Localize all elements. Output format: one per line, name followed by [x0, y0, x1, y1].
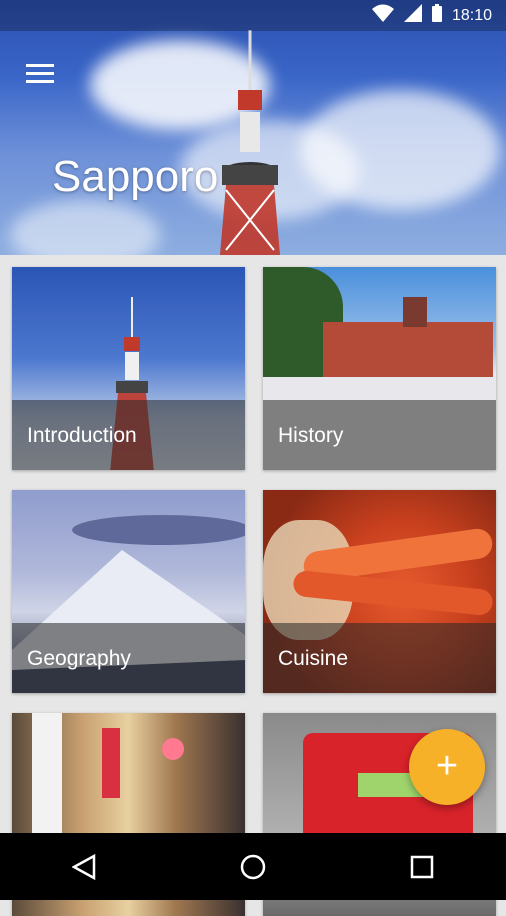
menu-icon[interactable]: [26, 64, 54, 84]
card-introduction[interactable]: Introduction: [12, 267, 245, 470]
page-title: Sapporo: [52, 152, 219, 201]
add-button[interactable]: +: [409, 729, 485, 805]
status-bar: 18:10: [0, 0, 506, 31]
home-icon[interactable]: [223, 842, 283, 892]
wifi-icon: [371, 4, 394, 27]
clock: 18:10: [451, 6, 492, 24]
recents-icon[interactable]: [392, 842, 452, 892]
plus-icon: +: [435, 744, 459, 787]
navigation-bar: [0, 833, 506, 900]
signal-icon: [403, 4, 422, 27]
card-label: History: [278, 424, 344, 447]
card-cuisine[interactable]: Cuisine: [263, 490, 496, 693]
tv-tower-image: [220, 30, 280, 255]
card-label: Geography: [27, 647, 131, 670]
battery-icon: [431, 4, 442, 27]
hero-header: Sapporo: [0, 0, 506, 255]
card-history[interactable]: History: [263, 267, 496, 470]
card-geography[interactable]: Geography: [12, 490, 245, 693]
card-label: Introduction: [27, 424, 137, 447]
back-icon[interactable]: [54, 842, 114, 892]
card-label: Cuisine: [278, 647, 349, 670]
